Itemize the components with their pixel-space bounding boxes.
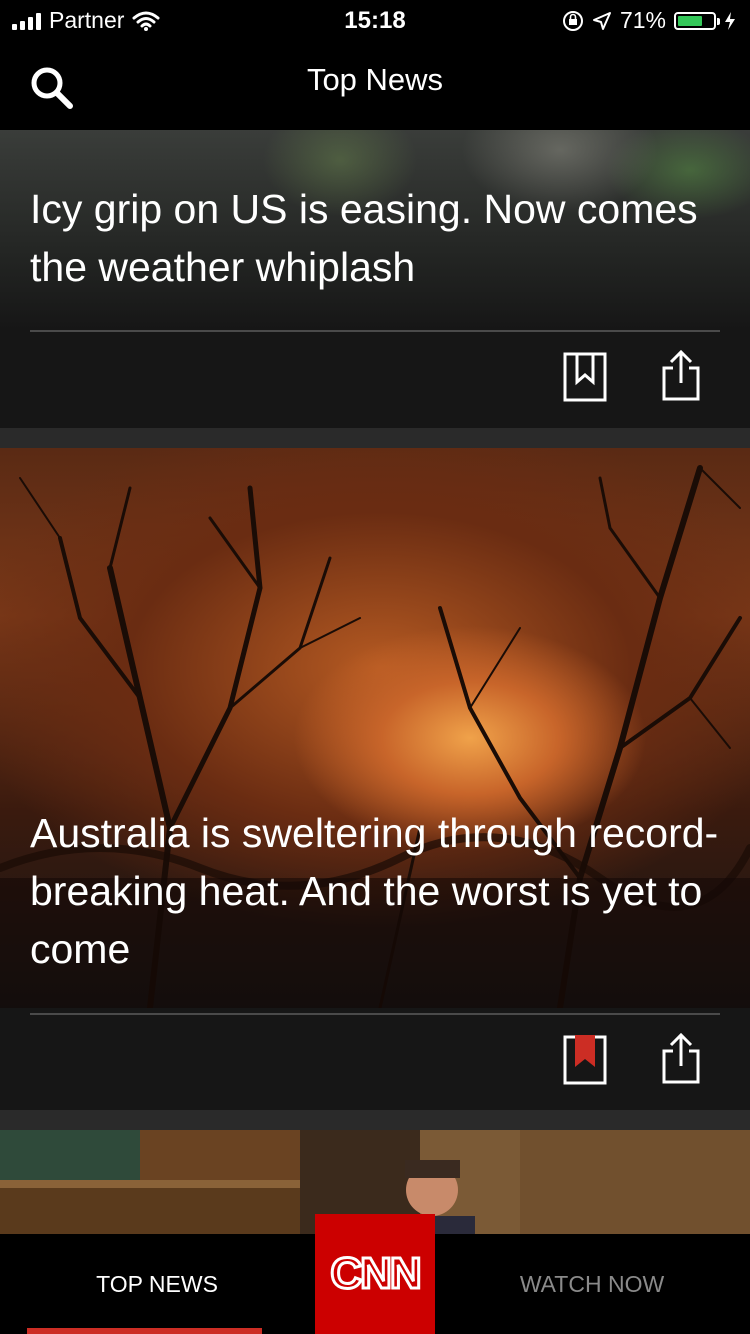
bookmark-button[interactable] xyxy=(563,1035,607,1085)
article-headline[interactable]: Icy grip on US is easing. Now comes the … xyxy=(30,180,720,296)
divider xyxy=(30,1013,720,1015)
divider xyxy=(30,330,720,332)
active-tab-indicator xyxy=(27,1328,262,1334)
article-card[interactable]: Icy grip on US is easing. Now comes the … xyxy=(0,130,750,428)
status-bar: Partner 15:18 71% xyxy=(0,0,750,40)
article-card[interactable]: Australia is sweltering through record-b… xyxy=(0,448,750,1110)
charging-bolt-icon xyxy=(725,11,735,30)
share-button[interactable] xyxy=(659,1032,703,1084)
battery-icon xyxy=(674,11,720,30)
status-right: 71% xyxy=(562,7,736,34)
share-icon xyxy=(662,1032,700,1084)
location-icon xyxy=(592,11,611,30)
tab-watch-now[interactable]: WATCH NOW xyxy=(462,1234,722,1334)
bookmark-outline-icon xyxy=(563,352,607,402)
share-button[interactable] xyxy=(659,349,703,401)
nav-bar: Top News xyxy=(0,40,750,130)
orientation-lock-icon xyxy=(562,10,583,31)
page-title: Top News xyxy=(306,62,444,97)
battery-level xyxy=(678,15,703,26)
cnn-logo: CNN xyxy=(329,1248,423,1300)
battery-percent: 71% xyxy=(619,7,666,33)
news-feed[interactable]: Icy grip on US is easing. Now comes the … xyxy=(0,130,750,1234)
bookmark-button[interactable] xyxy=(563,352,607,402)
tab-top-news[interactable]: TOP NEWS xyxy=(27,1234,287,1334)
article-headline[interactable]: Australia is sweltering through record-b… xyxy=(30,804,720,978)
cnn-logo-button[interactable]: CNN xyxy=(315,1214,435,1334)
share-icon xyxy=(662,349,700,401)
bookmark-filled-icon xyxy=(563,1035,607,1085)
